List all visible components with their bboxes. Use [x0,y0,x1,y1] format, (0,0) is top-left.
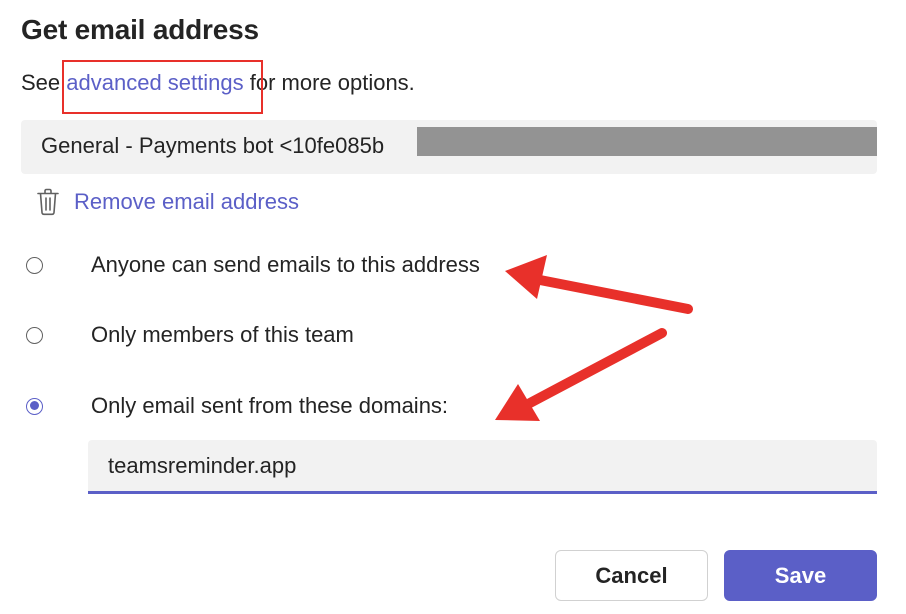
radio-domains-circle[interactable] [26,397,43,415]
cancel-button[interactable]: Cancel [555,550,708,601]
email-address-field[interactable]: General - Payments bot <10fe085b [21,120,877,174]
annotation-arrow-anyone [505,255,693,314]
redaction-bar [417,127,877,156]
hint-prefix: See [21,70,67,95]
radio-anyone-label: Anyone can send emails to this address [91,252,480,277]
remove-email-label: Remove email address [74,189,299,214]
domains-input[interactable] [88,440,877,494]
trash-icon [37,188,59,216]
email-address-value: General - Payments bot <10fe085b [41,133,385,158]
radio-anyone[interactable]: Anyone can send emails to this address [26,250,480,280]
radio-team-members-label: Only members of this team [91,322,354,347]
radio-team-members[interactable]: Only members of this team [26,320,354,350]
radio-domains[interactable]: Only email sent from these domains: [26,391,448,421]
hint-suffix: for more options. [243,70,415,95]
radio-team-members-circle[interactable] [26,326,43,344]
radio-anyone-circle[interactable] [26,256,43,274]
annotation-arrow-domains [495,328,667,421]
dialog-title: Get email address [21,14,259,45]
save-button[interactable]: Save [724,550,877,601]
annotation-highlight-box [62,60,263,114]
radio-domains-label: Only email sent from these domains: [91,393,449,418]
remove-email-button[interactable]: Remove email address [36,186,299,218]
